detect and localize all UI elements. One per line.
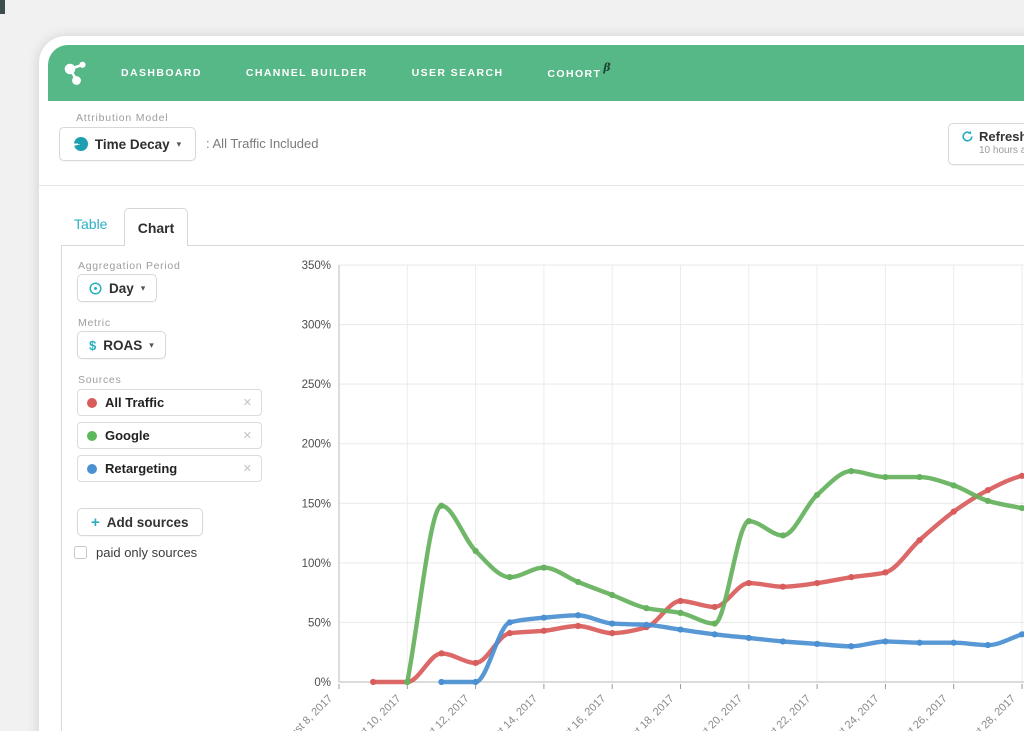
refresh-label: Refresh: [979, 129, 1024, 144]
section-divider: [39, 185, 1024, 186]
source-color-dot: [87, 431, 97, 441]
svg-text:August 20, 2017: August 20, 2017: [680, 693, 745, 731]
metric-value: ROAS: [103, 338, 142, 353]
svg-text:50%: 50%: [308, 617, 331, 629]
metric-label: Metric: [78, 317, 111, 329]
app-window: DASHBOARD CHANNEL BUILDER USER SEARCH CO…: [38, 35, 1024, 731]
attribution-model-dropdown[interactable]: Time Decay ▾: [59, 127, 196, 161]
svg-text:August 18, 2017: August 18, 2017: [611, 693, 676, 731]
svg-text:August 28, 2017: August 28, 2017: [953, 693, 1018, 731]
nav-item-dashboard[interactable]: DASHBOARD: [121, 67, 202, 79]
pie-chart-icon: [74, 137, 88, 151]
close-icon[interactable]: ✕: [243, 462, 252, 475]
source-chip-all-traffic[interactable]: All Traffic ✕: [77, 389, 262, 416]
aggregation-period-label: Aggregation Period: [78, 260, 181, 272]
source-name: Retargeting: [105, 461, 235, 476]
svg-text:August 24, 2017: August 24, 2017: [816, 693, 881, 731]
clock-icon: [89, 282, 102, 295]
source-color-dot: [87, 398, 97, 408]
svg-text:August 22, 2017: August 22, 2017: [748, 693, 813, 731]
refresh-icon: [961, 130, 974, 143]
dollar-icon: $: [89, 338, 96, 353]
metric-dropdown[interactable]: $ ROAS ▾: [77, 331, 166, 359]
caret-down-icon: ▾: [177, 139, 182, 150]
svg-text:100%: 100%: [302, 558, 331, 570]
refresh-timestamp: 10 hours ago: [979, 145, 1024, 156]
caret-down-icon: ▾: [149, 340, 154, 351]
nav-item-cohort[interactable]: COHORTβ: [547, 67, 612, 80]
roas-line-chart: August 8, 2017August 10, 2017August 12, …: [282, 253, 1024, 731]
traffic-included-text: : All Traffic Included: [206, 136, 319, 151]
nav-item-user-search[interactable]: USER SEARCH: [412, 67, 504, 79]
beta-badge: β: [603, 61, 612, 74]
add-sources-label: Add sources: [107, 515, 189, 530]
svg-text:250%: 250%: [302, 379, 331, 391]
tab-chart[interactable]: Chart: [124, 208, 188, 246]
svg-text:200%: 200%: [302, 439, 331, 451]
logo-icon[interactable]: [62, 60, 89, 87]
svg-text:August 26, 2017: August 26, 2017: [885, 693, 950, 731]
svg-text:August 12, 2017: August 12, 2017: [407, 693, 472, 731]
source-color-dot: [87, 464, 97, 474]
aggregation-period-value: Day: [109, 281, 134, 296]
source-name: Google: [105, 428, 235, 443]
svg-text:350%: 350%: [302, 260, 331, 272]
source-chip-retargeting[interactable]: Retargeting ✕: [77, 455, 262, 482]
source-name: All Traffic: [105, 395, 235, 410]
paid-only-sources-toggle[interactable]: paid only sources: [74, 545, 197, 560]
caret-down-icon: ▾: [141, 283, 146, 294]
chart-svg: August 8, 2017August 10, 2017August 12, …: [282, 253, 1024, 731]
svg-text:August 8, 2017: August 8, 2017: [282, 693, 335, 731]
close-icon[interactable]: ✕: [243, 396, 252, 409]
nav-item-cohort-label: COHORT: [547, 68, 601, 80]
top-nav: DASHBOARD CHANNEL BUILDER USER SEARCH CO…: [48, 45, 1024, 101]
close-icon[interactable]: ✕: [243, 429, 252, 442]
add-sources-button[interactable]: + Add sources: [77, 508, 203, 536]
sources-label: Sources: [78, 374, 121, 386]
nav-item-channel-builder[interactable]: CHANNEL BUILDER: [246, 67, 368, 79]
svg-text:0%: 0%: [314, 677, 331, 689]
svg-text:300%: 300%: [302, 320, 331, 332]
refresh-button[interactable]: Refresh 10 hours ago: [948, 123, 1024, 165]
paid-only-checkbox[interactable]: [74, 546, 87, 559]
svg-text:August 10, 2017: August 10, 2017: [338, 693, 403, 731]
svg-text:August 14, 2017: August 14, 2017: [475, 693, 540, 731]
paid-only-label: paid only sources: [96, 545, 197, 560]
attribution-model-label: Attribution Model: [76, 112, 168, 124]
chart-panel: Aggregation Period Day ▾ Metric $ ROAS ▾…: [61, 245, 1024, 731]
screen-corner-artifact: [0, 0, 5, 14]
plus-icon: +: [91, 514, 100, 531]
attribution-model-value: Time Decay: [95, 137, 170, 152]
aggregation-period-dropdown[interactable]: Day ▾: [77, 274, 157, 302]
tab-table[interactable]: Table: [74, 216, 107, 232]
svg-text:August 16, 2017: August 16, 2017: [543, 693, 608, 731]
nav-items: DASHBOARD CHANNEL BUILDER USER SEARCH CO…: [121, 67, 612, 80]
svg-text:150%: 150%: [302, 498, 331, 510]
source-chip-google[interactable]: Google ✕: [77, 422, 262, 449]
